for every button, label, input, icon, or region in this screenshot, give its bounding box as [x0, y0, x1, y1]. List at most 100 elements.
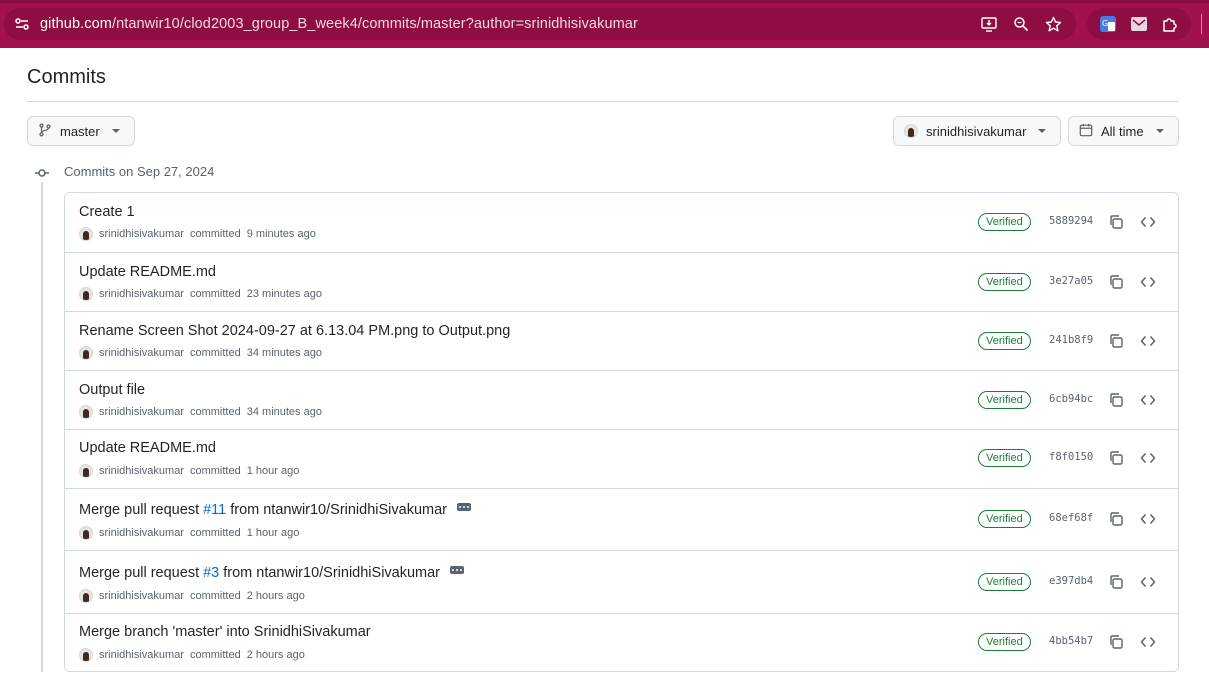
verified-badge[interactable]: Verified — [978, 332, 1031, 350]
list-item: Merge pull request #3 from ntanwir10/Sri… — [65, 550, 1178, 613]
translate-icon[interactable]: G — [1099, 15, 1117, 33]
commit-author[interactable]: srinidhisivakumar — [99, 347, 184, 359]
commit-sha[interactable]: 6cb94bc — [1049, 393, 1093, 405]
commit-author[interactable]: srinidhisivakumar — [99, 649, 184, 661]
list-item: Output file srinidhisivakumar committed … — [65, 370, 1178, 429]
copy-icon[interactable] — [1108, 392, 1124, 408]
copy-icon[interactable] — [1108, 511, 1124, 527]
expand-message-icon[interactable] — [457, 503, 471, 511]
code-icon[interactable] — [1140, 574, 1156, 590]
pull-request-link[interactable]: #3 — [203, 565, 219, 581]
commit-sha[interactable]: 68ef68f — [1049, 512, 1093, 524]
code-icon[interactable] — [1140, 511, 1156, 527]
commit-time: 1 hour ago — [246, 527, 300, 539]
commit-author[interactable]: srinidhisivakumar — [99, 406, 184, 418]
install-app-icon[interactable] — [980, 15, 998, 33]
branch-select-button[interactable]: master — [27, 116, 135, 146]
copy-icon[interactable] — [1108, 214, 1124, 230]
commit-title[interactable]: Merge pull request #3 from ntanwir10/Sri… — [79, 565, 465, 581]
commit-sha[interactable]: e397db4 — [1049, 575, 1093, 587]
avatar[interactable] — [79, 346, 93, 360]
commit-title[interactable]: Create 1 — [79, 204, 135, 220]
commit-title[interactable]: Merge pull request #11 from ntanwir10/Sr… — [79, 502, 471, 518]
mail-extension-icon[interactable] — [1130, 15, 1148, 33]
time-filter-label: All time — [1101, 123, 1144, 139]
commit-time: 9 minutes ago — [246, 228, 316, 240]
commit-time: 2 hours ago — [246, 649, 305, 661]
commit-author[interactable]: srinidhisivakumar — [99, 590, 184, 602]
commit-author[interactable]: srinidhisivakumar — [99, 527, 184, 539]
verified-badge[interactable]: Verified — [978, 449, 1031, 467]
address-bar[interactable]: github.com/ntanwir10/clod2003_group_B_we… — [4, 8, 1076, 40]
avatar[interactable] — [79, 526, 93, 540]
time-filter-button[interactable]: All time — [1068, 116, 1179, 146]
url-host: github.com — [40, 16, 112, 32]
avatar[interactable] — [79, 227, 93, 241]
toolbar-divider — [1201, 14, 1202, 34]
extensions-puzzle-icon[interactable] — [1161, 15, 1179, 33]
commit-verb: committed — [189, 288, 241, 300]
copy-icon[interactable] — [1108, 634, 1124, 650]
code-icon[interactable] — [1140, 274, 1156, 290]
copy-icon[interactable] — [1108, 274, 1124, 290]
zoom-icon[interactable] — [1012, 15, 1030, 33]
copy-icon[interactable] — [1108, 574, 1124, 590]
chevron-down-icon — [1155, 129, 1164, 133]
page-title: Commits — [27, 66, 106, 88]
avatar[interactable] — [79, 648, 93, 662]
list-item: Merge branch 'master' into SrinidhiSivak… — [65, 613, 1178, 671]
code-icon[interactable] — [1140, 450, 1156, 466]
commit-sha[interactable]: 3e27a05 — [1049, 275, 1093, 287]
commit-meta: srinidhisivakumar committed 2 hours ago — [79, 589, 305, 603]
commit-title[interactable]: Output file — [79, 382, 145, 398]
expand-message-icon[interactable] — [450, 566, 465, 574]
verified-badge[interactable]: Verified — [978, 573, 1031, 591]
list-item: Rename Screen Shot 2024-09-27 at 6.13.04… — [65, 311, 1178, 370]
list-item: Update README.md srinidhisivakumar commi… — [65, 429, 1178, 488]
commit-title[interactable]: Merge branch 'master' into SrinidhiSivak… — [79, 624, 371, 640]
verified-badge[interactable]: Verified — [978, 273, 1031, 291]
avatar[interactable] — [79, 287, 93, 301]
commit-sha[interactable]: 4bb54b7 — [1049, 635, 1093, 647]
commit-verb: committed — [189, 406, 241, 418]
verified-badge[interactable]: Verified — [978, 633, 1031, 651]
browser-toolbar: github.com/ntanwir10/clod2003_group_B_we… — [0, 0, 1209, 48]
commit-title-prefix: Merge pull request — [79, 502, 200, 518]
commit-sha[interactable]: f8f0150 — [1049, 451, 1093, 463]
avatar — [904, 124, 918, 138]
avatar[interactable] — [79, 589, 93, 603]
avatar[interactable] — [79, 464, 93, 478]
commit-title-suffix: from ntanwir10/SrinidhiSivakumar — [230, 502, 447, 518]
commit-title[interactable]: Update README.md — [79, 440, 216, 456]
code-icon[interactable] — [1140, 392, 1156, 408]
url-path: /ntanwir10/clod2003_group_B_week4/commit… — [111, 16, 638, 32]
commit-title-suffix: from ntanwir10/SrinidhiSivakumar — [223, 565, 441, 581]
verified-badge[interactable]: Verified — [978, 391, 1031, 409]
commit-sha[interactable]: 241b8f9 — [1049, 334, 1093, 346]
calendar-icon — [1079, 123, 1093, 140]
commit-title[interactable]: Update README.md — [79, 264, 216, 280]
code-icon[interactable] — [1140, 333, 1156, 349]
list-item: Merge pull request #11 from ntanwir10/Sr… — [65, 488, 1178, 550]
commit-author[interactable]: srinidhisivakumar — [99, 228, 184, 240]
copy-icon[interactable] — [1108, 333, 1124, 349]
site-settings-icon[interactable] — [4, 16, 40, 32]
copy-icon[interactable] — [1108, 450, 1124, 466]
verified-badge[interactable]: Verified — [978, 510, 1031, 528]
verified-badge[interactable]: Verified — [978, 213, 1031, 231]
commit-title[interactable]: Rename Screen Shot 2024-09-27 at 6.13.04… — [79, 323, 510, 339]
commit-author[interactable]: srinidhisivakumar — [99, 465, 184, 477]
url-text[interactable]: github.com/ntanwir10/clod2003_group_B_we… — [40, 16, 638, 32]
pull-request-link[interactable]: #11 — [203, 502, 226, 518]
author-filter-button[interactable]: srinidhisivakumar — [893, 116, 1061, 146]
code-icon[interactable] — [1140, 214, 1156, 230]
bookmark-star-icon[interactable] — [1044, 15, 1062, 33]
chevron-down-icon — [111, 129, 120, 133]
extensions-group: G — [1087, 8, 1191, 40]
commit-time: 23 minutes ago — [246, 288, 322, 300]
code-icon[interactable] — [1140, 634, 1156, 650]
commit-author[interactable]: srinidhisivakumar — [99, 288, 184, 300]
commit-verb: committed — [189, 347, 241, 359]
commit-sha[interactable]: 5889294 — [1049, 215, 1093, 227]
avatar[interactable] — [79, 405, 93, 419]
